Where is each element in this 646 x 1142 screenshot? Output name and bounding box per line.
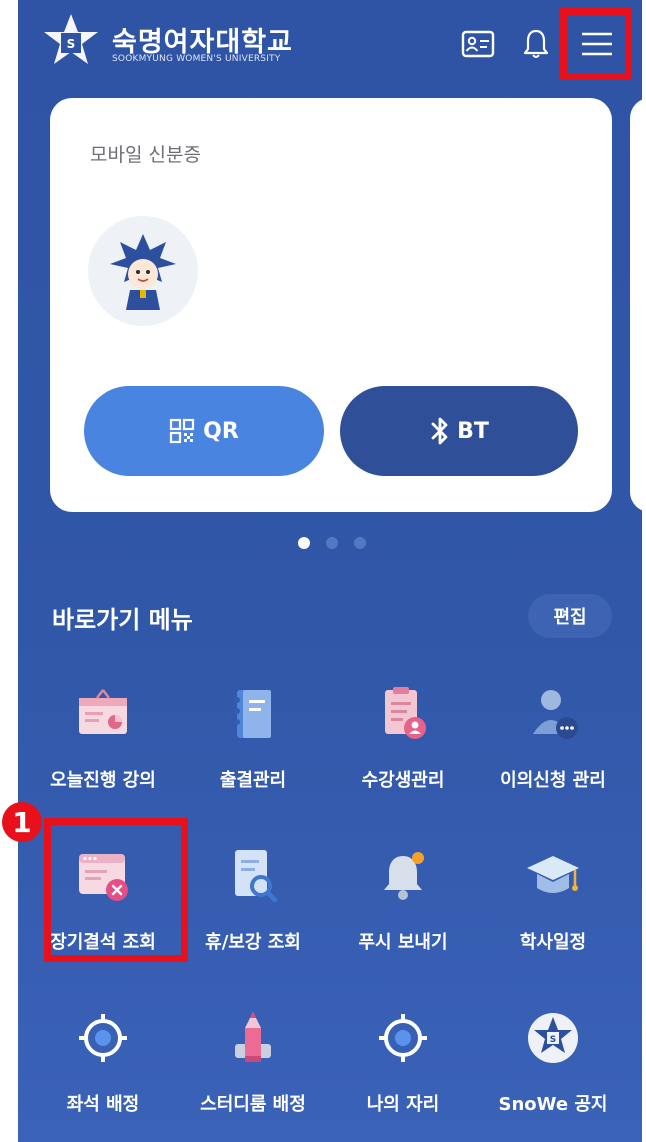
qr-button-label: QR (203, 418, 239, 444)
bell-notify-icon (384, 852, 424, 900)
mobile-id-card: 모바일 신분증 QR BT (50, 98, 612, 512)
svg-text:S: S (550, 1035, 556, 1045)
id-card-icon[interactable] (458, 24, 498, 64)
menu-item-student-management[interactable]: 수강생관리 (328, 684, 478, 804)
menu-label: 좌석 배정 (66, 1094, 140, 1115)
menu-label: 푸시 보내기 (358, 932, 448, 953)
menu-item-snowe-notice[interactable]: S SnoWe 공지 (478, 1008, 628, 1128)
menu-label: 스터디룸 배정 (200, 1094, 306, 1115)
mascot-avatar (88, 216, 198, 326)
menu-label: 학사일정 (519, 932, 587, 953)
highlight-menu-button (560, 8, 632, 80)
carousel-dot-1[interactable] (298, 537, 310, 549)
card-title: 모바일 신분증 (90, 144, 201, 166)
next-card-peek[interactable] (630, 98, 642, 512)
menu-label: 수강생관리 (361, 770, 445, 791)
target-icon (379, 1014, 427, 1062)
menu-label: 휴/보강 조회 (205, 932, 301, 953)
graduation-cap-icon (527, 856, 579, 893)
qr-button[interactable]: QR (84, 386, 324, 476)
app-header: S 숙명여자대학교 SOOKMYUNG WOMEN'S UNIVERSITY (18, 0, 642, 92)
mascot-icon (110, 234, 176, 310)
menu-item-attendance[interactable]: 출결관리 (178, 684, 328, 804)
menu-label: 이의신청 관리 (500, 770, 606, 791)
document-search-icon (235, 850, 278, 903)
svg-text:S: S (67, 37, 76, 51)
menu-label: 나의 자리 (366, 1094, 440, 1115)
menu-item-study-room[interactable]: 스터디룸 배정 (178, 1008, 328, 1128)
edit-button[interactable]: 편집 (528, 594, 612, 638)
bluetooth-icon (431, 417, 448, 445)
menu-item-academic-calendar[interactable]: 학사일정 (478, 846, 628, 966)
student-clipboard-icon (385, 687, 426, 739)
bt-button[interactable]: BT (340, 386, 578, 476)
menu-item-makeup-class[interactable]: 휴/보강 조회 (178, 846, 328, 966)
menu-item-today-lecture[interactable]: 오늘진행 강의 (28, 684, 178, 804)
university-name-en: SOOKMYUNG WOMEN'S UNIVERSITY (112, 54, 281, 64)
pencil-icon (235, 1012, 271, 1062)
bt-button-label: BT (457, 418, 489, 444)
lecture-board-icon (79, 689, 127, 734)
shortcut-menu-title: 바로가기 메뉴 (52, 606, 193, 634)
notebook-icon (234, 690, 271, 738)
menu-label: 출결관리 (219, 770, 287, 791)
menu-label: SnoWe 공지 (498, 1094, 608, 1115)
carousel-dot-3[interactable] (354, 537, 366, 549)
university-emblem-icon: S (44, 14, 98, 64)
menu-label: 오늘진행 강의 (50, 770, 156, 791)
menu-item-seat-assign[interactable]: 좌석 배정 (28, 1008, 178, 1128)
carousel-indicator (298, 537, 366, 549)
qr-code-icon (170, 418, 195, 444)
snowe-emblem-icon: S (528, 1013, 578, 1063)
step-badge: 1 (2, 802, 42, 842)
carousel-dot-2[interactable] (326, 537, 338, 549)
person-more-icon (533, 690, 578, 739)
menu-item-appeal-management[interactable]: 이의신청 관리 (478, 684, 628, 804)
app-screen: S 숙명여자대학교 SOOKMYUNG WOMEN'S UNIVERSITY 모… (18, 0, 642, 1142)
highlight-long-absence (44, 818, 188, 962)
target-icon (79, 1014, 127, 1062)
menu-item-send-push[interactable]: 푸시 보내기 (328, 846, 478, 966)
menu-item-my-seat[interactable]: 나의 자리 (328, 1008, 478, 1128)
bell-icon[interactable] (516, 24, 556, 64)
